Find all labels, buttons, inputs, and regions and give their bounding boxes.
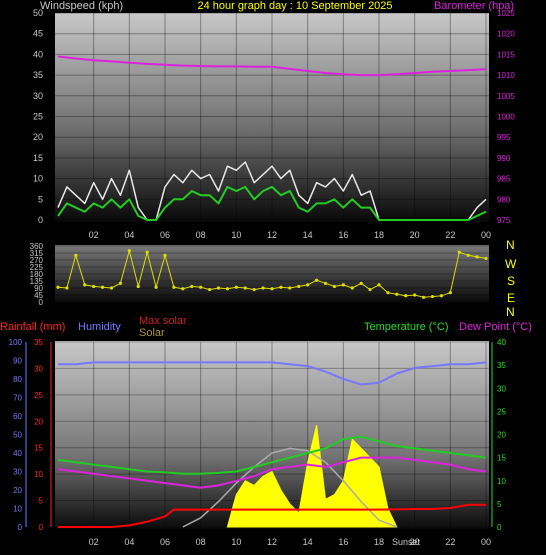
temperature-tick-label: 40 bbox=[497, 338, 506, 347]
windspeed-axis-label: Windspeed (kph) bbox=[40, 0, 123, 12]
rainfall-tick-label: 15 bbox=[34, 444, 43, 453]
wind-tick-label: 0 bbox=[38, 215, 43, 225]
x-tick-label: 20 bbox=[410, 230, 420, 240]
weather-chart: 0510152025303540455097598098599099510001… bbox=[0, 0, 532, 547]
humidity-tick-label: 50 bbox=[13, 431, 22, 440]
rainfall-tick-label: 35 bbox=[34, 338, 43, 347]
wind-tick-label: 25 bbox=[33, 112, 43, 122]
x-tick-label: 00 bbox=[481, 537, 491, 547]
humidity-tick-label: 40 bbox=[13, 449, 22, 458]
legend-solar: Solar bbox=[139, 327, 165, 339]
x-tick-label: 16 bbox=[338, 230, 348, 240]
x-tick-label: 10 bbox=[231, 230, 241, 240]
temperature-tick-label: 35 bbox=[497, 361, 506, 370]
barometer-tick-label: 980 bbox=[497, 195, 511, 204]
x-tick-label: 04 bbox=[124, 537, 134, 547]
x-tick-label: 12 bbox=[267, 230, 277, 240]
temperature-tick-label: 25 bbox=[497, 407, 506, 416]
wind-tick-label: 10 bbox=[33, 174, 43, 184]
x-tick-label: 08 bbox=[196, 230, 206, 240]
legend-rainfall: Rainfall (mm) bbox=[0, 321, 65, 333]
x-tick-label: 16 bbox=[338, 537, 348, 547]
chart-title: 24 hour graph day : 10 September 2025 bbox=[197, 0, 392, 12]
barometer-tick-label: 985 bbox=[497, 175, 511, 184]
x-tick-label: 14 bbox=[303, 537, 313, 547]
legend-dew-point: Dew Point (°C) bbox=[459, 321, 532, 333]
temperature-tick-label: 0 bbox=[497, 523, 502, 532]
barometer-tick-label: 1015 bbox=[497, 50, 515, 59]
barometer-axis-label: Barometer (hpa) bbox=[434, 0, 514, 12]
wind-tick-label: 35 bbox=[33, 70, 43, 80]
rainfall-tick-label: 0 bbox=[39, 523, 44, 532]
x-tick-label: 06 bbox=[160, 230, 170, 240]
humidity-tick-label: 30 bbox=[13, 468, 22, 477]
barometer-tick-label: 975 bbox=[497, 216, 511, 225]
rainfall-tick-label: 5 bbox=[39, 497, 44, 506]
compass-s: S bbox=[507, 274, 515, 288]
temperature-tick-label: 10 bbox=[497, 477, 506, 486]
compass-n-bottom: N bbox=[506, 305, 515, 319]
x-tick-label: 14 bbox=[303, 230, 313, 240]
x-tick-label: 08 bbox=[196, 537, 206, 547]
x-tick-label: 02 bbox=[89, 537, 99, 547]
temperature-tick-label: 15 bbox=[497, 454, 506, 463]
barometer-tick-label: 1010 bbox=[497, 71, 515, 80]
humidity-tick-label: 10 bbox=[13, 505, 22, 514]
x-tick-label: 22 bbox=[445, 230, 455, 240]
humidity-tick-label: 90 bbox=[13, 357, 22, 366]
sunset-label: Sunset bbox=[392, 537, 421, 547]
wind-tick-label: 30 bbox=[33, 91, 43, 101]
x-tick-label: 10 bbox=[231, 537, 241, 547]
x-tick-label: 12 bbox=[267, 537, 277, 547]
temperature-tick-label: 30 bbox=[497, 384, 506, 393]
barometer-tick-label: 995 bbox=[497, 133, 511, 142]
direction-tick-label: 360 bbox=[30, 242, 44, 251]
humidity-tick-label: 20 bbox=[13, 486, 22, 495]
humidity-tick-label: 70 bbox=[13, 394, 22, 403]
barometer-tick-label: 990 bbox=[497, 154, 511, 163]
rainfall-tick-label: 25 bbox=[34, 391, 43, 400]
x-tick-label: 00 bbox=[481, 230, 491, 240]
wind-tick-label: 45 bbox=[33, 29, 43, 39]
wind-tick-label: 40 bbox=[33, 49, 43, 59]
legend-humidity: Humidity bbox=[78, 321, 121, 333]
legend-max-solar: Max solar bbox=[139, 315, 187, 327]
humidity-tick-label: 100 bbox=[9, 338, 23, 347]
compass-e: E bbox=[507, 291, 515, 305]
compass-w: W bbox=[505, 257, 517, 271]
rainfall-tick-label: 20 bbox=[34, 417, 43, 426]
x-tick-label: 04 bbox=[124, 230, 134, 240]
humidity-tick-label: 80 bbox=[13, 375, 22, 384]
humidity-tick-label: 0 bbox=[18, 523, 23, 532]
barometer-tick-label: 1005 bbox=[497, 92, 515, 101]
humidity-tick-label: 60 bbox=[13, 412, 22, 421]
x-tick-label: 06 bbox=[160, 537, 170, 547]
x-tick-label: 22 bbox=[445, 537, 455, 547]
legend-temperature: Temperature (°C) bbox=[364, 321, 448, 333]
x-tick-label: 18 bbox=[374, 537, 384, 547]
wind-tick-label: 5 bbox=[38, 194, 43, 204]
wind-tick-label: 20 bbox=[33, 132, 43, 142]
barometer-tick-label: 1020 bbox=[497, 30, 515, 39]
x-tick-label: 18 bbox=[374, 230, 384, 240]
wind-tick-label: 15 bbox=[33, 153, 43, 163]
temperature-tick-label: 20 bbox=[497, 431, 506, 440]
rainfall-tick-label: 10 bbox=[34, 470, 43, 479]
temperature-tick-label: 5 bbox=[497, 500, 502, 509]
barometer-tick-label: 1000 bbox=[497, 113, 515, 122]
compass-n-top: N bbox=[506, 238, 515, 252]
x-tick-label: 02 bbox=[89, 230, 99, 240]
rainfall-tick-label: 30 bbox=[34, 364, 43, 373]
